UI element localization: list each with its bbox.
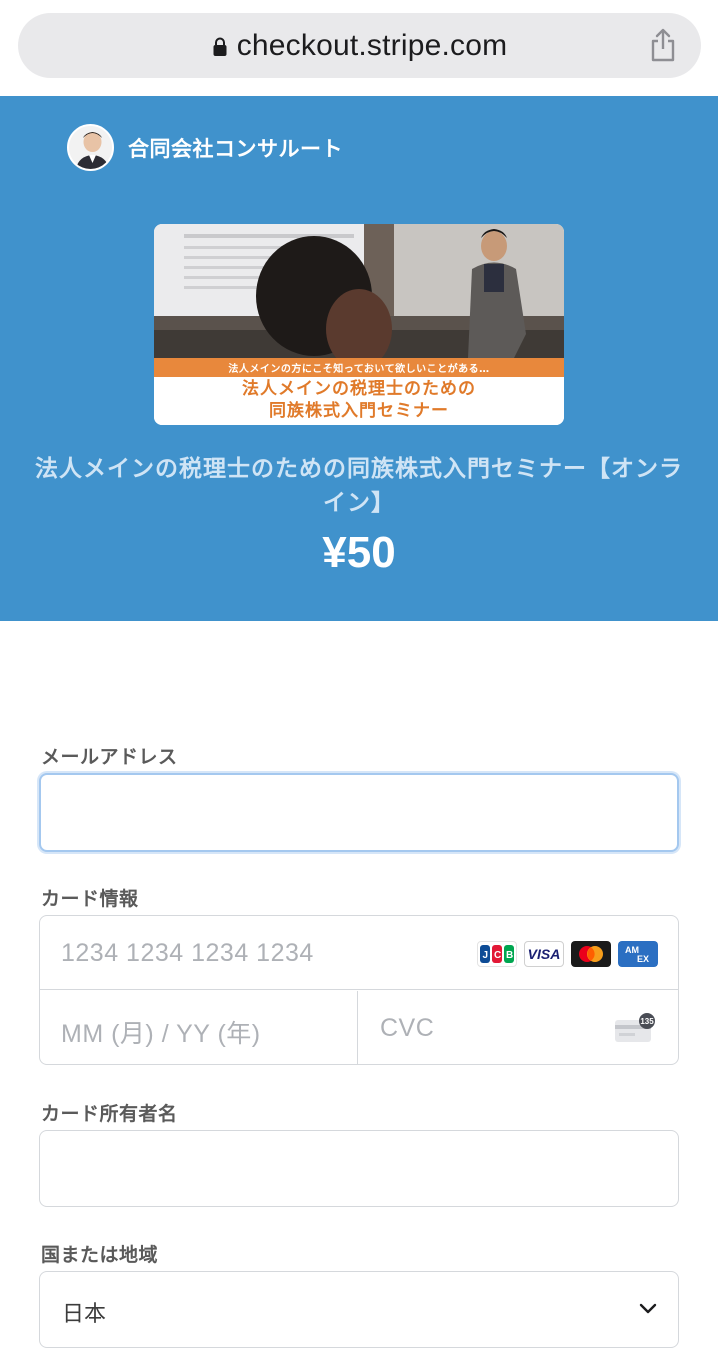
cardholder-name-field[interactable] [39, 1130, 679, 1207]
card-number-field[interactable]: 1234 1234 1234 1234 J C B VISA AM EX [40, 916, 678, 990]
merchant-info: 合同会社コンサルート [67, 124, 343, 171]
lock-icon [213, 37, 227, 56]
card-cvc-field[interactable]: CVC 135 [359, 991, 678, 1065]
email-label: メールアドレス [41, 746, 178, 768]
card-number-placeholder: 1234 1234 1234 1234 [61, 939, 314, 967]
product-title: 法人メインの税理士のための同族株式入門セミナー【オンライン】 [35, 456, 683, 516]
share-icon[interactable] [649, 27, 677, 63]
country-select[interactable]: 日本 [39, 1271, 679, 1348]
merchant-name: 合同会社コンサルート [128, 136, 343, 161]
mastercard-icon [571, 941, 611, 967]
email-field[interactable] [39, 773, 679, 852]
cardholder-label: カード所有者名 [41, 1103, 178, 1125]
svg-text:B: B [506, 950, 513, 961]
product-image: 法人メインの方にこそ知っておいて欲しいことがある… 法人メインの税理士のための … [154, 224, 564, 425]
card-info-label: カード情報 [41, 888, 139, 910]
card-expiry-field[interactable]: MM (月) / YY (年) [40, 991, 358, 1065]
browser-address-bar: checkout.stripe.com [0, 0, 718, 96]
chevron-down-icon [639, 1303, 657, 1314]
card-brand-icons: J C B VISA AM EX [477, 941, 658, 967]
svg-text:C: C [494, 950, 501, 961]
card-expiry-placeholder: MM (月) / YY (年) [61, 1020, 261, 1048]
svg-text:J: J [483, 950, 489, 961]
product-price: ¥50 [322, 528, 396, 577]
visa-icon: VISA [524, 941, 564, 967]
country-label: 国または地域 [41, 1244, 159, 1266]
country-value: 日本 [62, 1302, 107, 1327]
image-banner-strip: 法人メインの方にこそ知っておいて欲しいことがある… [154, 358, 564, 377]
amex-icon: AM EX [618, 941, 658, 967]
checkout-header: 合同会社コンサルート 法人メインの方にこそ知っておいて欲しいことがある… 法人メ… [0, 96, 718, 621]
card-cvc-placeholder: CVC [380, 1014, 435, 1042]
seminar-photo [154, 224, 564, 358]
jcb-icon: J C B [477, 941, 517, 967]
image-banner-strip-text: 法人メインの方にこそ知っておいて欲しいことがある… [228, 364, 490, 375]
image-banner-line2: 同族株式入門セミナー [269, 401, 449, 421]
url-field[interactable]: checkout.stripe.com [18, 13, 701, 78]
image-banner-line1: 法人メインの税理士のための [242, 379, 476, 399]
image-banner-body: 法人メインの税理士のための 同族株式入門セミナー [154, 377, 564, 425]
url-text: checkout.stripe.com [236, 28, 508, 62]
cvc-card-icon: 135 [615, 1013, 655, 1042]
card-info-group: 1234 1234 1234 1234 J C B VISA AM EX MM … [39, 915, 679, 1065]
cvc-badge: 135 [640, 1017, 654, 1026]
svg-text:EX: EX [637, 954, 649, 964]
avatar [67, 124, 114, 171]
